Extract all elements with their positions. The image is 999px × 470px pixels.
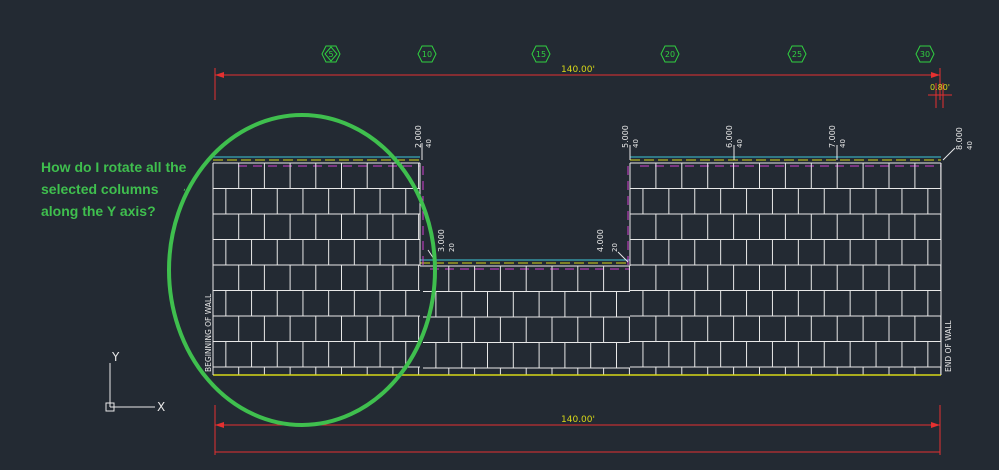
end-of-wall-label: END OF WALL — [944, 320, 953, 372]
svg-text:40: 40 — [736, 139, 744, 148]
svg-text:3.000: 3.000 — [437, 229, 446, 252]
ucs-icon: Y X — [105, 350, 165, 414]
svg-text:40: 40 — [966, 141, 974, 150]
dimension-bottom-label: 140.00' — [561, 415, 595, 425]
svg-text:10: 10 — [422, 50, 432, 59]
grid-marker-25[interactable]: 25 — [787, 45, 807, 63]
elevation-marker[interactable]: 6.000 40 — [725, 125, 744, 160]
elevation-marker[interactable]: 2.000 40 — [414, 125, 433, 160]
svg-text:X: X — [157, 400, 165, 414]
svg-text:Y: Y — [111, 350, 120, 364]
dimension-offset-label: 0.80' — [930, 83, 950, 92]
svg-text:25: 25 — [792, 50, 802, 59]
grid-marker-15[interactable]: 15 — [531, 45, 551, 63]
svg-text:2.000: 2.000 — [414, 125, 423, 148]
svg-text:6.000: 6.000 — [725, 125, 734, 148]
svg-text:40: 40 — [425, 139, 433, 148]
selection-ellipse — [167, 113, 437, 427]
svg-text:40: 40 — [632, 139, 640, 148]
svg-text:40: 40 — [839, 139, 847, 148]
grid-marker-20[interactable]: 20 — [660, 45, 680, 63]
elevation-marker[interactable]: 5.000 40 — [621, 125, 640, 160]
dimension-offset[interactable]: 0.80' — [928, 83, 952, 108]
elevation-marker[interactable]: 8.000 40 — [942, 127, 974, 161]
svg-text:7.000: 7.000 — [828, 125, 837, 148]
elevation-marker[interactable]: 4.000 20 — [596, 229, 629, 263]
cad-drawing-canvas[interactable]: 5 10 15 20 25 30 140.00' 0.80' 2.000 40 … — [0, 0, 999, 470]
svg-text:20: 20 — [665, 50, 675, 59]
svg-text:8.000: 8.000 — [955, 127, 964, 150]
svg-text:4.000: 4.000 — [596, 229, 605, 252]
wall-blocks[interactable] — [213, 163, 942, 375]
svg-text:20: 20 — [611, 243, 619, 252]
svg-text:20: 20 — [448, 243, 456, 252]
question-annotation: How do I rotate all the selected columns… — [41, 159, 187, 219]
svg-text:30: 30 — [920, 50, 930, 59]
dimension-top[interactable]: 140.00' — [214, 65, 941, 100]
dimension-bottom[interactable]: 140.00' — [214, 405, 941, 455]
wall-top-lines — [213, 156, 941, 270]
grid-marker-5[interactable]: 5 — [321, 45, 341, 63]
grid-markers: 5 10 15 20 25 30 — [321, 45, 935, 63]
svg-text:15: 15 — [536, 50, 546, 59]
grid-marker-30[interactable]: 30 — [915, 45, 935, 63]
dimension-top-label: 140.00' — [561, 65, 595, 75]
elevation-markers: 2.000 40 3.000 20 4.000 20 5.000 40 6.00… — [414, 125, 974, 263]
svg-text:5.000: 5.000 — [621, 125, 630, 148]
beginning-of-wall-label: BEGINNING OF WALL — [204, 293, 213, 372]
grid-marker-10[interactable]: 10 — [417, 45, 437, 63]
elevation-marker[interactable]: 7.000 40 — [828, 125, 847, 160]
svg-text:5: 5 — [328, 50, 333, 59]
